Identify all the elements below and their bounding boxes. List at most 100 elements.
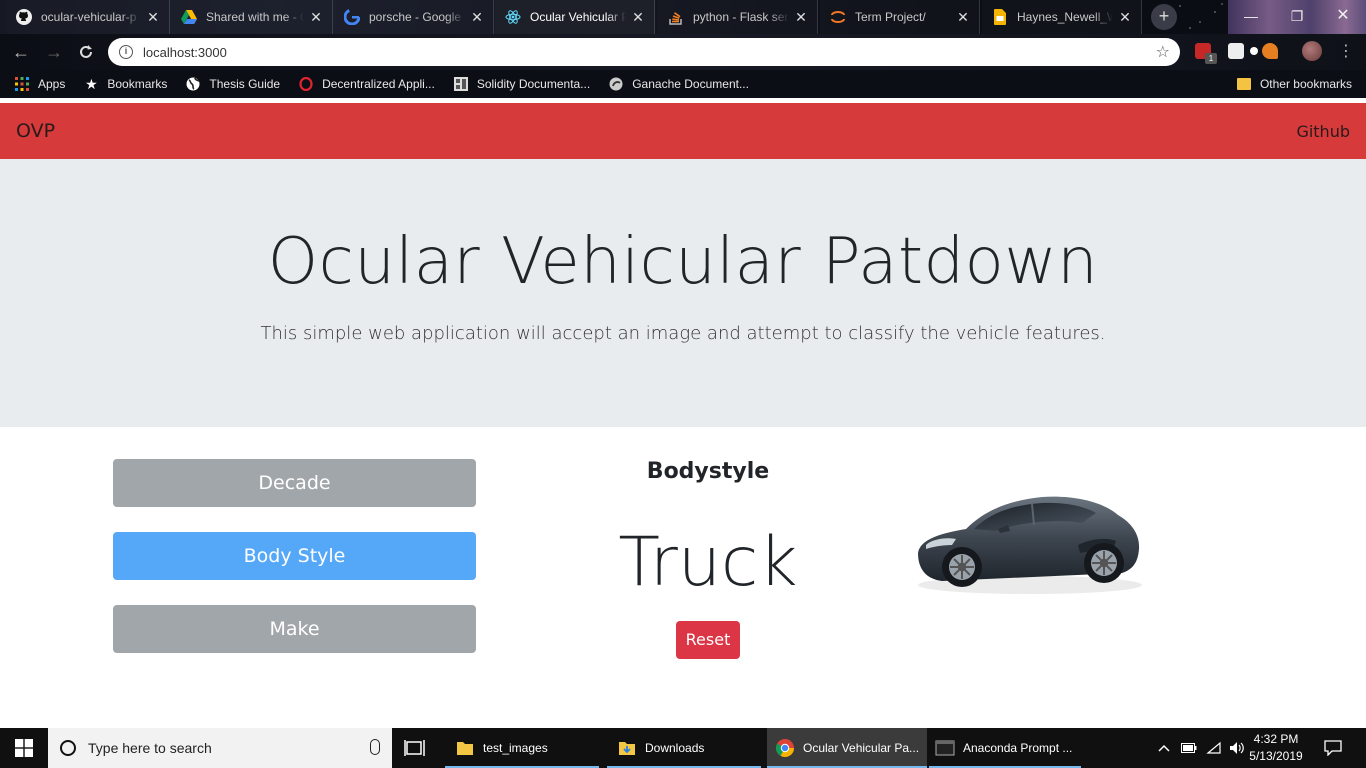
start-button[interactable] [0,728,48,768]
tab-stackoverflow[interactable]: python - Flask ser ✕ [658,0,818,34]
browser-tab-strip: ocular-vehicular-p ✕ Shared with me - G … [0,0,1366,34]
other-bookmarks[interactable]: Other bookmarks [1236,70,1352,98]
back-button[interactable]: ← [9,40,33,64]
github-link[interactable]: Github [1296,122,1350,141]
hero-jumbotron: Ocular Vehicular Patdown This simple web… [0,159,1366,427]
close-tab-icon[interactable]: ✕ [1119,9,1131,26]
tab-title: Term Project/ [855,10,926,24]
tab-title: porsche - Google [369,10,462,24]
close-tab-icon[interactable]: ✕ [147,9,159,26]
body-style-button[interactable]: Body Style [113,532,476,580]
globe-icon [185,76,201,92]
battery-icon[interactable] [1178,728,1200,768]
taskbar-item-downloads[interactable]: Downloads [607,728,761,768]
close-tab-icon[interactable]: ✕ [795,9,807,26]
bookmarks-bar: Apps ★ Bookmarks Thesis Guide Decentrali… [0,70,1366,98]
close-tab-icon[interactable]: ✕ [957,9,969,26]
tab-title: Shared with me - G [206,10,304,24]
prediction-result: Truck [618,523,798,602]
navbar-brand[interactable]: OVP [16,120,55,142]
reset-button[interactable]: Reset [676,621,740,659]
bookmark-thesis-guide[interactable]: Thesis Guide [185,76,280,92]
taskbar-item-label: Ocular Vehicular Pa... [803,741,920,755]
bookmark-solidity[interactable]: Solidity Documenta... [453,76,590,92]
record-extension-icon[interactable] [1250,47,1258,55]
close-window-button[interactable]: ✕ [1320,0,1366,34]
taskbar-item-anaconda-prompt[interactable]: Anaconda Prompt ... [929,728,1081,768]
search-placeholder: Type here to search [88,740,212,756]
slides-icon [992,9,1008,25]
tab-jupyter[interactable]: Term Project/ ✕ [820,0,980,34]
bookmark-label: Solidity Documenta... [476,77,591,91]
bookmark-decentralized-apps[interactable]: Decentralized Appli... [298,76,435,92]
folder-icon [457,742,473,755]
site-info-icon[interactable]: i [119,45,133,59]
decade-button[interactable]: Decade [113,459,476,507]
downloads-folder-icon [619,742,635,755]
apps-grid-icon [14,76,30,92]
task-view-icon[interactable] [404,738,426,758]
make-button[interactable]: Make [113,605,476,653]
action-center-icon[interactable] [1318,728,1348,768]
taskbar-item-label: Anaconda Prompt ... [963,741,1073,755]
url-text: localhost:3000 [143,44,227,60]
taskbar-item-test-images[interactable]: test_images [445,728,599,768]
browser-toolbar: ← → i localhost:3000 ☆ 1 ⋮ [0,34,1366,70]
jupyter-icon [830,9,846,25]
bookmark-bookmarks[interactable]: ★ Bookmarks [83,76,167,92]
bookmark-label: Thesis Guide [209,77,281,91]
profile-avatar[interactable] [1302,41,1322,61]
new-tab-button[interactable]: + [1151,4,1177,30]
tab-github[interactable]: ocular-vehicular-p ✕ [6,0,170,34]
cortana-icon [60,740,76,756]
wifi-icon[interactable] [1203,728,1225,768]
google-drive-icon [181,9,197,25]
bookmark-ganache[interactable]: Ganache Document... [608,76,749,92]
tab-google-search[interactable]: porsche - Google ✕ [334,0,494,34]
tab-google-slides[interactable]: Haynes_Newell_W ✕ [982,0,1142,34]
system-clock[interactable]: 4:32 PM 5/13/2019 [1246,731,1306,765]
reload-button[interactable] [74,40,98,64]
taskbar-item-chrome[interactable]: Ocular Vehicular Pa... [767,728,927,768]
taskbar-item-label: Downloads [645,741,705,755]
menu-dots-icon[interactable]: ⋮ [1334,40,1358,64]
reload-icon [80,45,92,58]
chrome-icon [775,739,794,758]
bookmark-label: Bookmarks [107,77,168,91]
tab-title: ocular-vehicular-p [41,10,137,24]
microphone-icon[interactable] [370,739,380,755]
app-navbar: OVP Github [0,103,1366,159]
page-title: Ocular Vehicular Patdown [267,225,1099,299]
tab-ocular-vehicular[interactable]: Ocular Vehicular P ✕ [495,0,655,34]
tab-title: Haynes_Newell_W [1017,10,1113,24]
github-icon [16,9,32,25]
ganache-icon [608,76,624,92]
address-bar[interactable]: i localhost:3000 ☆ [108,38,1180,66]
windows-taskbar: Type here to search test_images Download… [0,728,1366,768]
show-hidden-icons-chevron-icon[interactable] [1154,728,1174,768]
web-page: OVP Github Ocular Vehicular Patdown This… [0,103,1366,728]
tab-title: python - Flask ser [693,10,789,24]
page-description: This simple web application will accept … [260,323,1106,344]
react-icon [505,9,521,25]
forward-button[interactable]: → [42,40,66,64]
google-icon [344,9,360,25]
bookmark-star-icon[interactable]: ☆ [1156,42,1170,62]
close-tab-icon[interactable]: ✕ [310,9,322,26]
close-tab-icon[interactable]: ✕ [471,9,483,26]
document-extension-icon[interactable] [1228,43,1244,59]
metamask-icon[interactable] [1262,43,1278,59]
minimize-button[interactable]: — [1228,0,1274,34]
tab-title: Ocular Vehicular P [530,10,626,24]
restore-button[interactable]: ❐ [1274,0,1320,34]
bookmark-apps[interactable]: Apps [14,76,65,92]
volume-icon[interactable] [1226,728,1248,768]
close-tab-icon[interactable]: ✕ [632,9,644,26]
tab-google-drive[interactable]: Shared with me - G ✕ [171,0,333,34]
taskbar-search-box[interactable]: Type here to search [48,728,392,768]
bookmark-label: Ganache Document... [632,77,749,91]
bookmark-label: Apps [38,77,66,91]
taskbar-item-label: test_images [483,741,548,755]
terminal-icon [935,740,955,756]
bookmark-label: Decentralized Appli... [322,77,435,91]
